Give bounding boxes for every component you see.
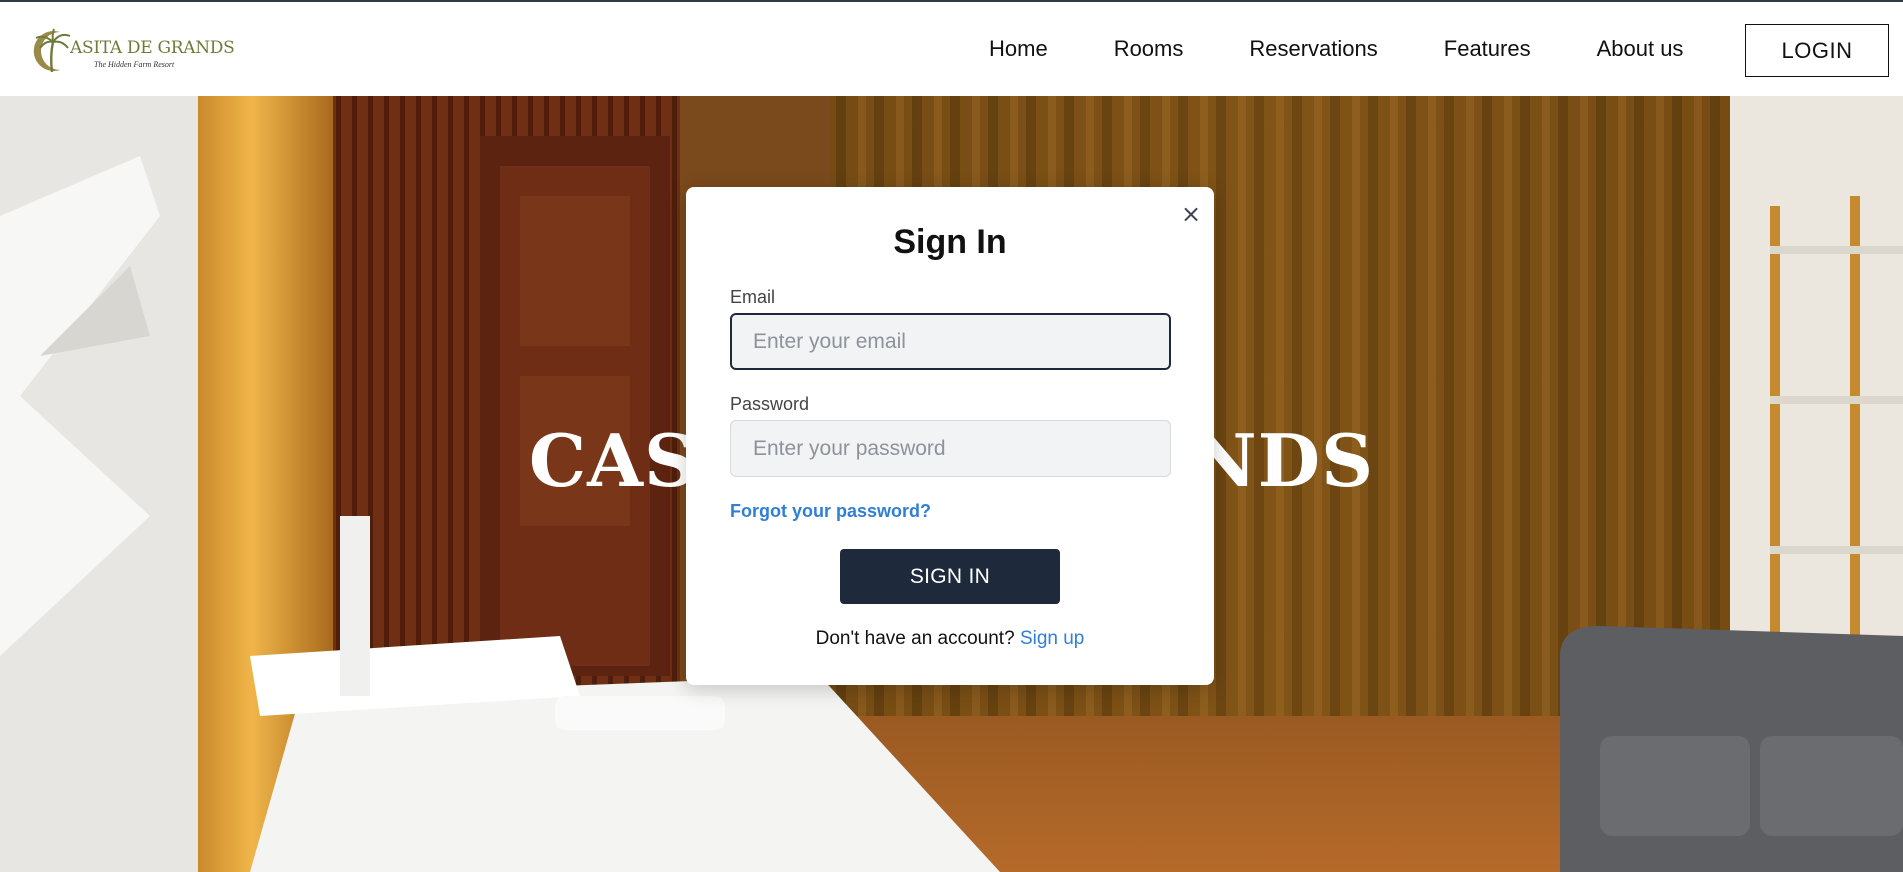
password-field[interactable] bbox=[730, 420, 1171, 477]
brand-tagline: The Hidden Farm Resort bbox=[94, 60, 175, 69]
login-button[interactable]: LOGIN bbox=[1745, 24, 1889, 77]
modal-title: Sign In bbox=[893, 223, 1007, 261]
email-field[interactable] bbox=[730, 313, 1171, 370]
brand-name: ASITA DE GRANDS bbox=[70, 38, 235, 58]
signup-link[interactable]: Sign up bbox=[1020, 628, 1084, 649]
signup-prompt: Don't have an account? bbox=[815, 628, 1020, 649]
nav-about-us[interactable]: About us bbox=[1597, 36, 1684, 62]
nav-home[interactable]: Home bbox=[989, 36, 1048, 62]
nav-features[interactable]: Features bbox=[1444, 36, 1531, 62]
nav-reservations[interactable]: Reservations bbox=[1249, 36, 1377, 62]
sign-in-button[interactable]: SIGN IN bbox=[840, 549, 1060, 604]
sign-in-modal: × Sign In Email Password Forgot your pas… bbox=[686, 187, 1214, 685]
signup-row: Don't have an account? Sign up bbox=[686, 628, 1214, 650]
nav-links: Home Rooms Reservations Features About u… bbox=[989, 36, 1683, 62]
close-icon[interactable]: × bbox=[1180, 202, 1202, 226]
nav-rooms[interactable]: Rooms bbox=[1114, 36, 1184, 62]
top-navbar: ASITA DE GRANDS The Hidden Farm Resort H… bbox=[0, 0, 1903, 96]
brand-logo[interactable]: ASITA DE GRANDS The Hidden Farm Resort bbox=[30, 26, 235, 76]
forgot-password-link[interactable]: Forgot your password? bbox=[730, 501, 931, 522]
password-label: Password bbox=[730, 394, 810, 414]
email-label: Email bbox=[730, 287, 776, 307]
